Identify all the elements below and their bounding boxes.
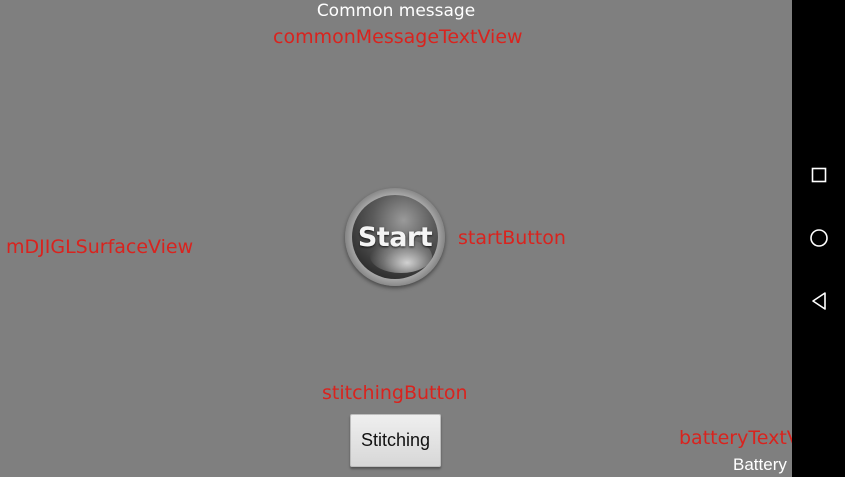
- recent-apps-icon: [811, 167, 826, 183]
- start-button-label: Start: [357, 222, 433, 253]
- start-button-face: Start: [352, 195, 438, 279]
- battery-text: Battery: [733, 455, 787, 474]
- navigation-bar: [792, 0, 845, 477]
- start-button-debug-label: startButton: [458, 227, 566, 249]
- common-message-debug-label: commonMessageTextView: [273, 26, 523, 48]
- stitching-button[interactable]: Stitching: [350, 414, 441, 467]
- back-icon: [811, 292, 826, 310]
- home-icon: [809, 229, 828, 247]
- common-message-text: Common message: [316, 1, 476, 21]
- stitching-button-debug-label: stitchingButton: [322, 382, 468, 404]
- back-button[interactable]: [792, 281, 845, 321]
- start-button[interactable]: Start: [345, 188, 445, 286]
- home-button[interactable]: [792, 218, 845, 258]
- recent-apps-button[interactable]: [792, 155, 845, 195]
- surface-view-debug-label: mDJIGLSurfaceView: [6, 236, 194, 258]
- app-screen: Common message commonMessageTextView mDJ…: [0, 0, 845, 477]
